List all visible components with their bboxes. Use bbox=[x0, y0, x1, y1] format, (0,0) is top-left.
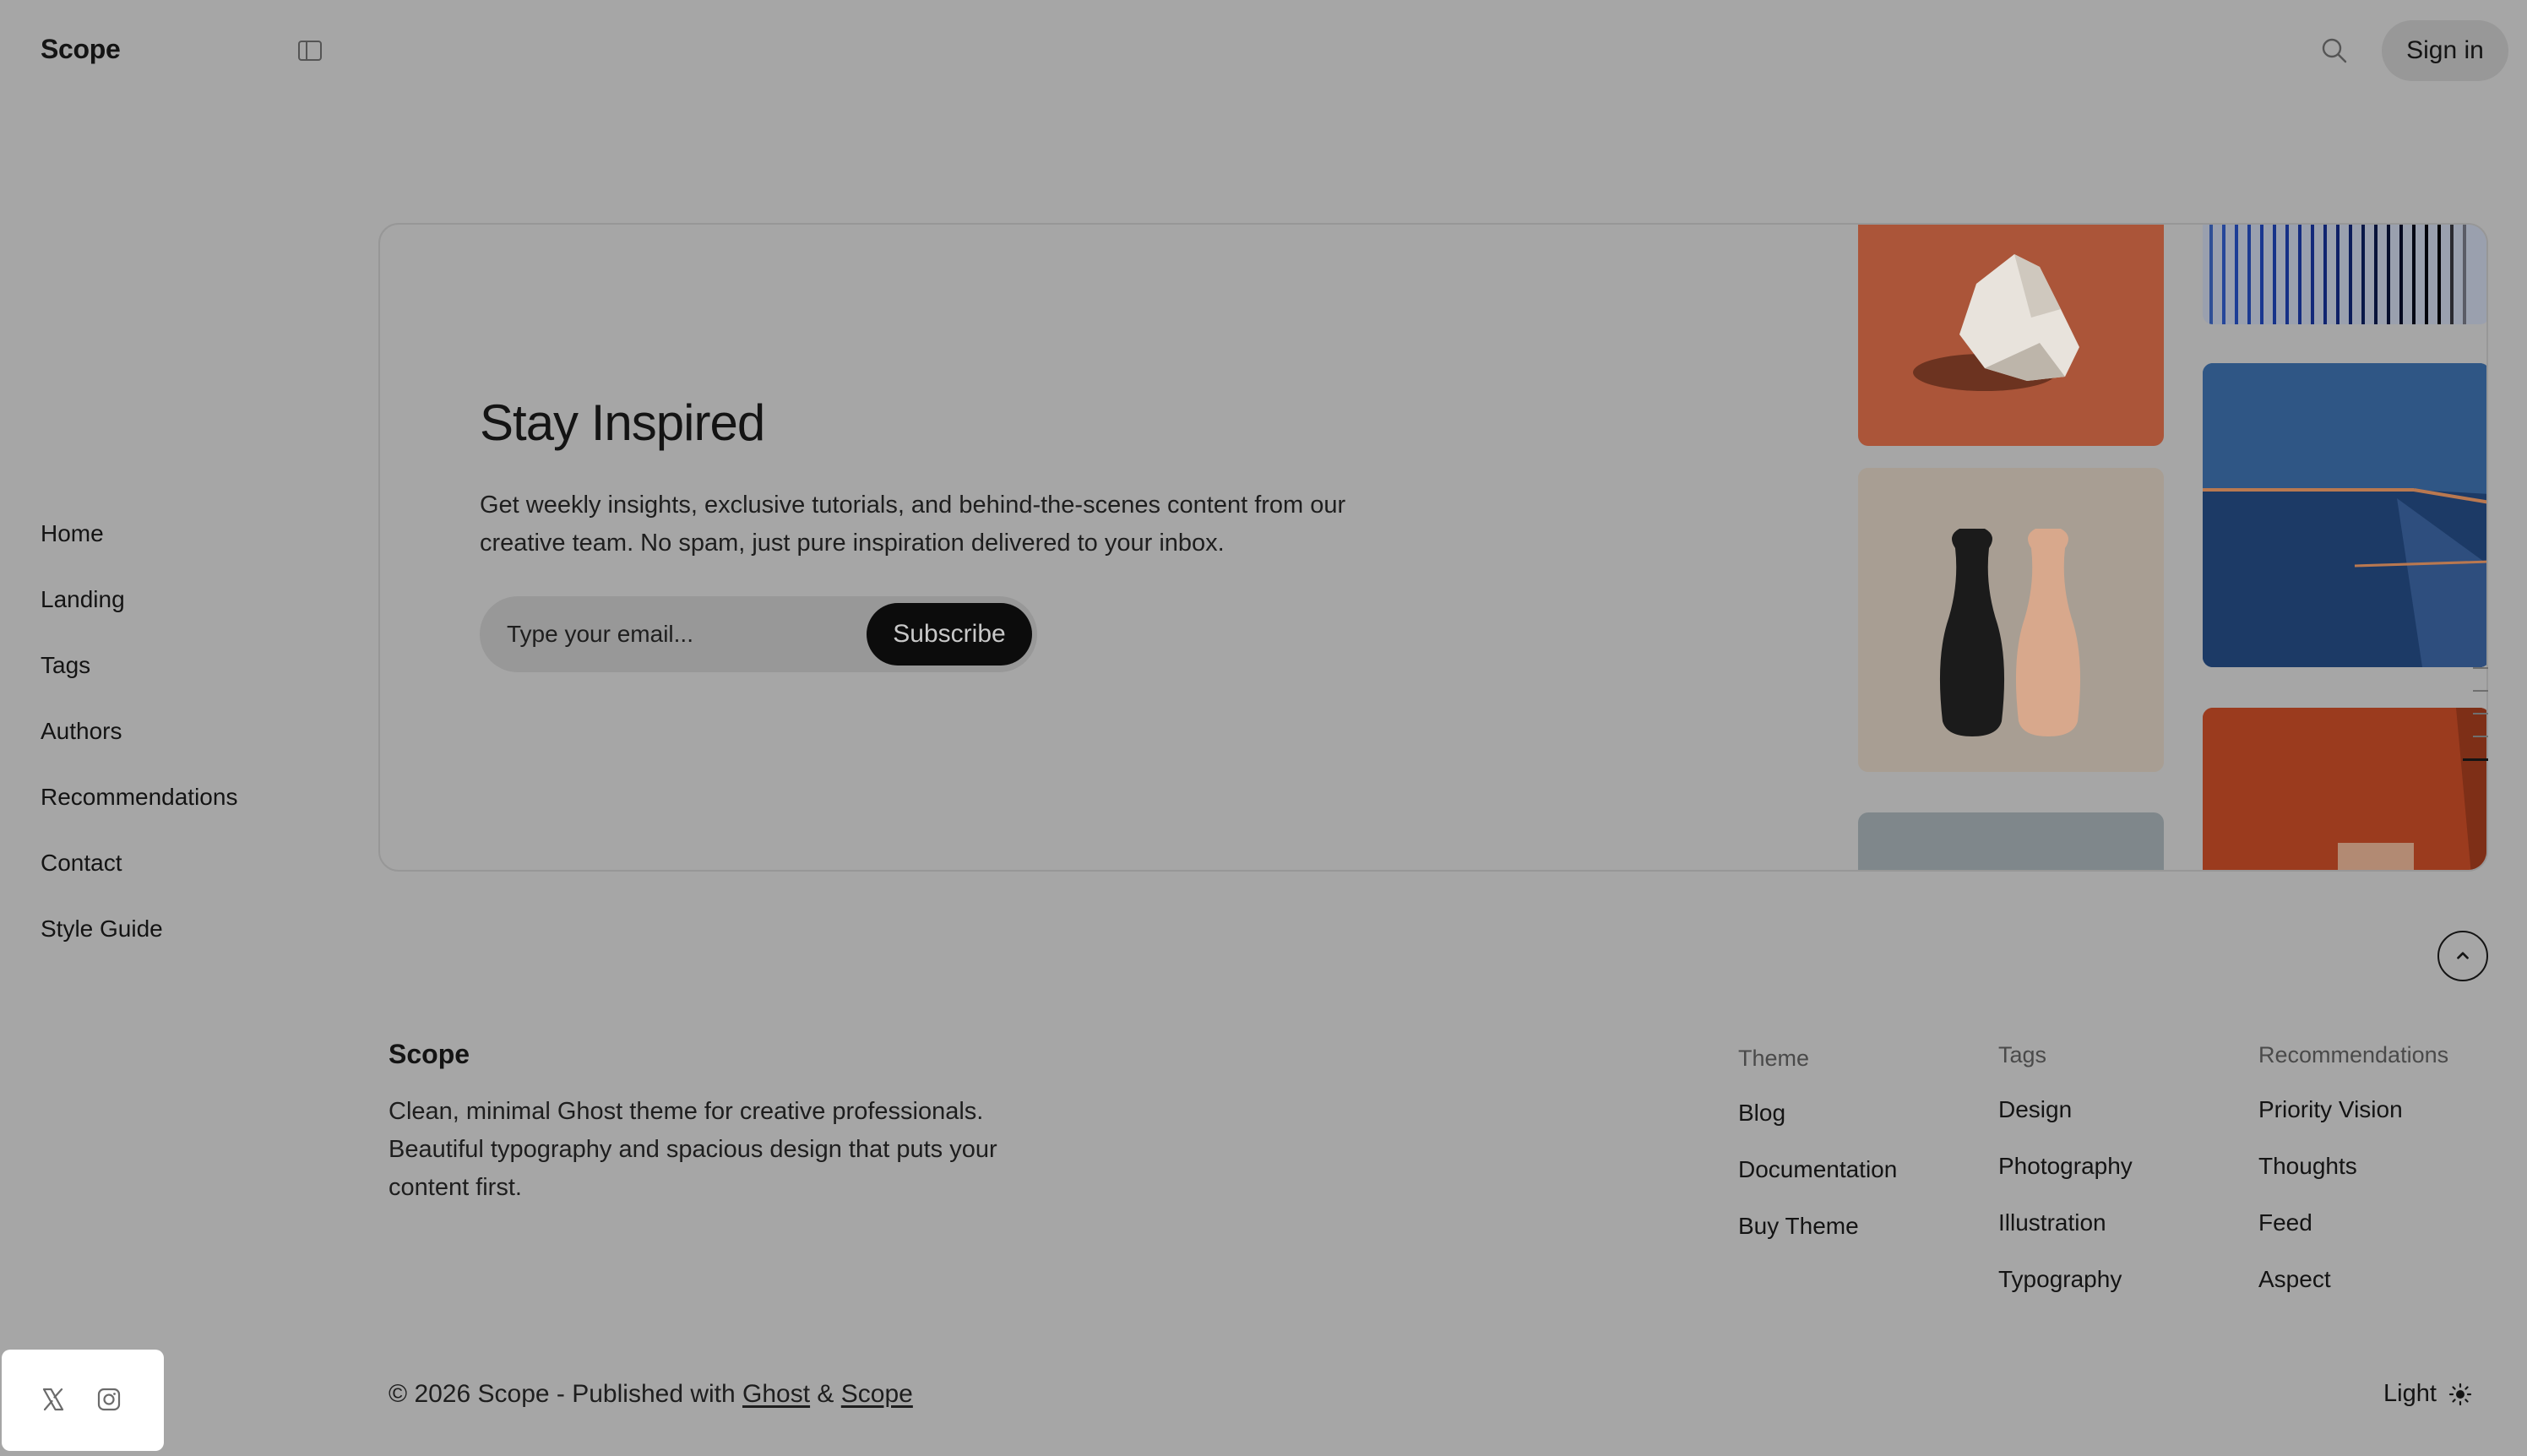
scope-link[interactable]: Scope bbox=[841, 1380, 913, 1408]
copyright-text: © 2026 Scope - Published with bbox=[389, 1380, 736, 1408]
lines-image bbox=[2203, 225, 2486, 324]
chevron-up-icon bbox=[2457, 952, 2469, 959]
sidebar-item-style-guide[interactable]: Style Guide bbox=[41, 914, 237, 980]
footer-link-blog[interactable]: Blog bbox=[1738, 1098, 1897, 1128]
search-icon[interactable] bbox=[2319, 35, 2350, 66]
sidebar-item-recommendations[interactable]: Recommendations bbox=[41, 782, 237, 848]
email-input[interactable] bbox=[507, 617, 845, 652]
footer-description: Clean, minimal Ghost theme for creative … bbox=[389, 1098, 997, 1201]
footer-link-documentation[interactable]: Documentation bbox=[1738, 1154, 1897, 1185]
newsletter-description: Get weekly insights, exclusive tutorials… bbox=[480, 492, 1346, 557]
gray-image bbox=[1858, 812, 2164, 870]
footer-link-photography[interactable]: Photography bbox=[1998, 1151, 2133, 1182]
subscribe-form: Subscribe bbox=[480, 596, 1037, 672]
footer-link-aspect[interactable]: Aspect bbox=[2258, 1264, 2448, 1295]
footer-link-priority-vision[interactable]: Priority Vision bbox=[2258, 1095, 2448, 1125]
footer-column-tags: Tags Design Photography Illustration Typ… bbox=[1998, 1040, 2133, 1321]
newsletter-card: Stay Inspired Get weekly insights, exclu… bbox=[378, 223, 2488, 872]
sidebar-item-home[interactable]: Home bbox=[41, 519, 237, 584]
footer-brand[interactable]: Scope bbox=[389, 1039, 470, 1070]
site-logo[interactable]: Scope bbox=[41, 34, 121, 65]
footer-link-thoughts[interactable]: Thoughts bbox=[2258, 1151, 2448, 1182]
newsletter-title: Stay Inspired bbox=[480, 394, 765, 451]
footer-link-design[interactable]: Design bbox=[1998, 1095, 2133, 1125]
copyright: © 2026 Scope - Published with Ghost & Sc… bbox=[389, 1380, 913, 1409]
theme-toggle[interactable]: Light bbox=[2383, 1380, 2472, 1408]
social-links-panel bbox=[2, 1350, 164, 1451]
footer-link-illustration[interactable]: Illustration bbox=[1998, 1208, 2133, 1238]
sidebar-item-tags[interactable]: Tags bbox=[41, 650, 237, 716]
ampersand: & bbox=[817, 1380, 834, 1408]
sign-in-button[interactable]: Sign in bbox=[2382, 20, 2508, 81]
sidebar-item-landing[interactable]: Landing bbox=[41, 584, 237, 650]
footer-link-typography[interactable]: Typography bbox=[1998, 1264, 2133, 1295]
sidebar-item-authors[interactable]: Authors bbox=[41, 716, 237, 782]
instagram-icon[interactable] bbox=[96, 1387, 122, 1412]
footer-column-recommendations: Recommendations Priority Vision Thoughts… bbox=[2258, 1040, 2448, 1321]
building-image bbox=[2203, 363, 2486, 667]
theme-toggle-label: Light bbox=[2383, 1380, 2437, 1407]
footer-column-heading: Theme bbox=[1738, 1046, 1810, 1071]
rock-image bbox=[1858, 225, 2164, 446]
orange-room-image bbox=[2203, 708, 2486, 870]
vases-image bbox=[1858, 468, 2164, 772]
scroll-to-top-button[interactable] bbox=[2437, 931, 2488, 981]
footer-column-heading: Tags bbox=[1998, 1042, 2047, 1068]
subscribe-button[interactable]: Subscribe bbox=[867, 603, 1032, 666]
footer-column-heading: Recommendations bbox=[2258, 1042, 2449, 1068]
sidebar-item-contact[interactable]: Contact bbox=[41, 848, 237, 914]
sun-icon bbox=[2448, 1383, 2471, 1405]
x-icon[interactable] bbox=[41, 1387, 66, 1412]
footer-column-theme: Theme Blog Documentation Buy Theme bbox=[1738, 1044, 1897, 1268]
sidebar-nav: Home Landing Tags Authors Recommendation… bbox=[41, 519, 237, 980]
sidebar-toggle-icon[interactable] bbox=[297, 39, 323, 62]
footer-link-feed[interactable]: Feed bbox=[2258, 1208, 2448, 1238]
ghost-link[interactable]: Ghost bbox=[742, 1380, 810, 1408]
scroll-indicator bbox=[2463, 667, 2488, 782]
footer-link-buy-theme[interactable]: Buy Theme bbox=[1738, 1211, 1897, 1241]
